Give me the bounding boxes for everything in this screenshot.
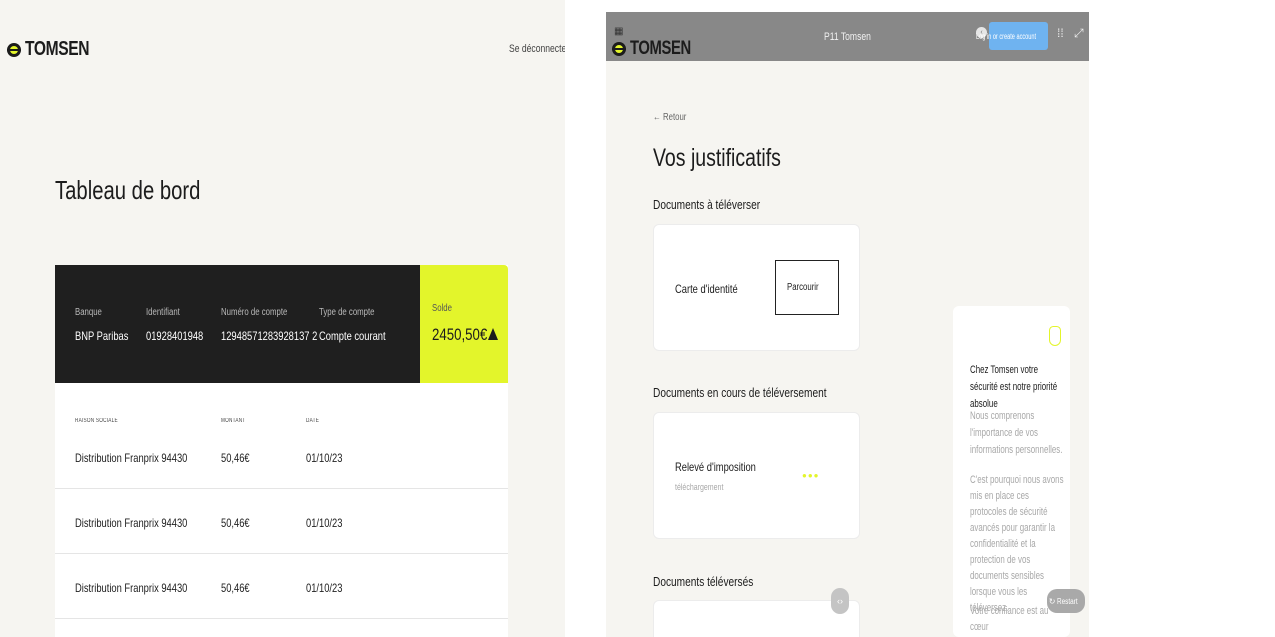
uploaded-card: [653, 600, 860, 637]
row-divider: [55, 618, 508, 619]
tax-notice-status: téléchargement: [675, 482, 724, 492]
bank-label: Banque: [75, 307, 102, 318]
id-value: 01928401948: [146, 329, 204, 343]
upload-card: Carte d'identité Parcourir: [653, 224, 860, 351]
account-info-bar: Banque BNP Paribas Identifiant 019284019…: [55, 265, 420, 383]
page-title: Tableau de bord: [55, 175, 201, 205]
split-icon[interactable]: ⁞⁞: [1057, 26, 1064, 40]
loading-dots-icon: ●●●: [802, 471, 820, 480]
brand-name: TOMSEN: [25, 38, 90, 60]
dashboard-panel: TOMSEN Se déconnecter Tableau de bord Ba…: [0, 0, 565, 637]
row-date: 01/10/23: [306, 516, 343, 530]
expand-icon[interactable]: ⤢: [1074, 26, 1084, 41]
account-type-label: Type de compte: [319, 307, 375, 318]
browse-button[interactable]: Parcourir: [775, 260, 839, 315]
row-divider: [55, 553, 508, 554]
col-header-amount: MONTANT: [221, 418, 246, 424]
col-header-company: RAISON SOCIALE: [75, 418, 118, 424]
id-card-label: Carte d'identité: [675, 282, 738, 296]
balance-up-icon[interactable]: [488, 328, 498, 340]
app-grid-icon[interactable]: ▦: [614, 26, 623, 37]
row-company: Distribution Franprix 94430: [75, 516, 188, 530]
section-uploading-title: Documents en cours de téléversement: [653, 385, 827, 400]
security-title: Chez Tomsen votre sécurité est notre pri…: [970, 364, 1058, 410]
balance-label: Solde: [432, 303, 452, 314]
page-title: Vos justificatifs: [653, 144, 781, 172]
row-date: 01/10/23: [306, 581, 343, 595]
account-card: Banque BNP Paribas Identifiant 019284019…: [55, 265, 508, 637]
documents-panel: ▦ TOMSEN P11 Tomsen ‹ Log in or create a…: [606, 12, 1089, 637]
account-type-value: Compte courant: [319, 329, 386, 343]
col-header-date: DATE: [306, 418, 320, 424]
row-amount: 50,46€: [221, 451, 250, 465]
login-button[interactable]: Log in or create account: [976, 22, 1048, 50]
id-label: Identifiant: [146, 307, 180, 318]
table-row[interactable]: Distribution Franprix 94430 50,46€ 01/10…: [55, 565, 508, 620]
brand-logo[interactable]: TOMSEN: [7, 38, 107, 61]
security-paragraph-1: Nous comprenons l'importance de vos info…: [970, 410, 1063, 456]
window-title: P11 Tomsen: [824, 31, 871, 43]
row-company: Distribution Franprix 94430: [75, 581, 188, 595]
brand-name: TOMSEN: [630, 38, 691, 59]
table-row[interactable]: Distribution Franprix 94430 50,46€ 01/10…: [55, 500, 508, 555]
restart-icon: ↻: [1048, 596, 1056, 606]
table-row[interactable]: Distribution Franprix 94430 50,46€ 01/10…: [55, 435, 508, 490]
account-number-label: Numéro de compte: [221, 307, 288, 318]
tomsen-logo-icon: [612, 42, 626, 56]
shield-icon: [1049, 326, 1061, 346]
back-link[interactable]: ← Retour: [653, 112, 686, 123]
row-date: 01/10/23: [306, 451, 343, 465]
account-number-value: 12948571283928137 2: [221, 329, 318, 343]
brand-logo[interactable]: TOMSEN: [612, 38, 708, 60]
row-amount: 50,46€: [221, 516, 250, 530]
tax-notice-label: Relevé d'imposition: [675, 460, 756, 474]
security-card: Chez Tomsen votre sécurité est notre pri…: [953, 306, 1070, 637]
section-upload-title: Documents à téléverser: [653, 197, 761, 212]
bank-value: BNP Paribas: [75, 329, 129, 343]
code-toggle-icon[interactable]: ‹›: [831, 588, 849, 614]
balance-value: 2450,50€: [432, 325, 488, 344]
restart-button[interactable]: ↻ Restart: [1047, 589, 1085, 613]
balance-panel: Solde 2450,50€: [420, 265, 508, 383]
preview-toolbar: ▦ TOMSEN P11 Tomsen ‹ Log in or create a…: [606, 12, 1089, 61]
tomsen-logo-icon: [7, 42, 21, 57]
row-amount: 50,46€: [221, 581, 250, 595]
row-company: Distribution Franprix 94430: [75, 451, 188, 465]
row-divider: [55, 488, 508, 489]
uploading-card: Relevé d'imposition téléchargement ●●●: [653, 412, 860, 539]
logout-link[interactable]: Se déconnecter: [509, 43, 565, 55]
section-uploaded-title: Documents téléversés: [653, 574, 754, 589]
